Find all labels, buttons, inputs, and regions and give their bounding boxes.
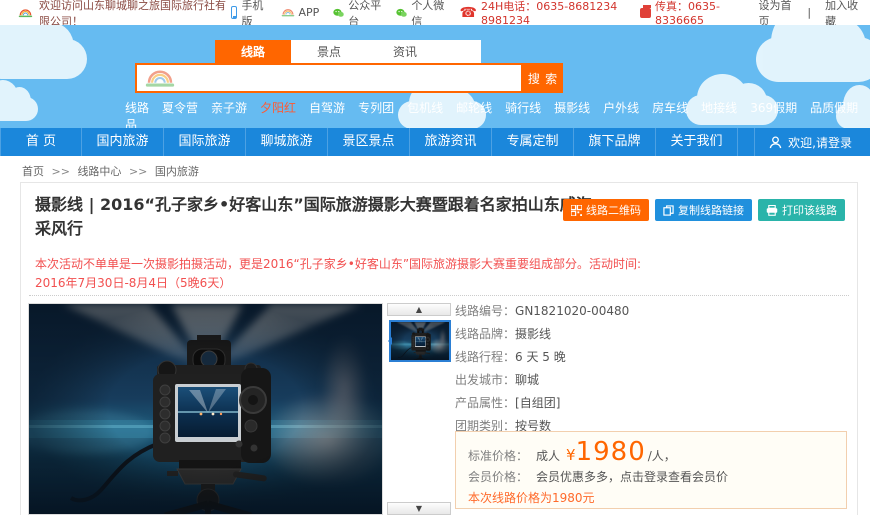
breadcrumb-current[interactable]: 国内旅游 bbox=[155, 165, 199, 178]
nav-home[interactable]: 首 页 bbox=[0, 128, 82, 156]
price-note: 本次线路价格为1980元 bbox=[468, 489, 834, 506]
route-action-buttons: 线路二维码 复制线路链接 打印该线路 bbox=[563, 199, 845, 221]
nav-brands[interactable]: 旗下品牌 bbox=[574, 128, 656, 156]
search-watermark-logo-icon bbox=[143, 67, 177, 89]
detail-row-route-number: 线路编号：GN1821020-00480 bbox=[455, 305, 850, 318]
brand-row-label: 线路品牌： bbox=[125, 99, 149, 128]
brand-link[interactable]: 369假期 bbox=[750, 99, 797, 128]
breadcrumb-home[interactable]: 首页 bbox=[22, 165, 44, 178]
top-utility-bar: 欢迎访问山东聊城聊之旅国际旅行社有限公司！ 手机版 APP 公众平台 个人微信 … bbox=[0, 0, 870, 25]
camera-photo bbox=[29, 304, 382, 514]
copy-route-link-button[interactable]: 复制线路链接 bbox=[655, 199, 752, 221]
app-link[interactable]: APP bbox=[281, 6, 320, 19]
detail-row-route-brand: 线路品牌：摄影线 bbox=[455, 328, 850, 341]
brand-link[interactable]: 邮轮线 bbox=[456, 99, 492, 128]
qrcode-icon bbox=[571, 205, 582, 216]
person-icon bbox=[769, 136, 782, 149]
route-main-photo bbox=[28, 303, 383, 515]
photo-thumbnail-selected[interactable] bbox=[389, 320, 451, 362]
wechat-icon bbox=[333, 7, 344, 19]
nav-custom[interactable]: 专属定制 bbox=[492, 128, 574, 156]
search-input[interactable] bbox=[135, 63, 523, 93]
mobile-phone-icon bbox=[231, 6, 238, 19]
search-button[interactable]: 搜 索 bbox=[523, 63, 563, 93]
print-route-button[interactable]: 打印该线路 bbox=[758, 199, 845, 221]
topbar-divider: | bbox=[807, 6, 811, 19]
fax-icon bbox=[640, 8, 651, 18]
app-icon bbox=[281, 7, 295, 18]
brand-link[interactable]: 专列团 bbox=[358, 99, 394, 128]
brand-link[interactable]: 户外线 bbox=[603, 99, 639, 128]
photo-thumbnail-strip: ▲ ▼ bbox=[387, 303, 451, 515]
detail-row-departure-city: 出发城市：聊城 bbox=[455, 374, 850, 387]
nav-travel-news[interactable]: 旅游资讯 bbox=[410, 128, 492, 156]
brand-link[interactable]: 夏令营 bbox=[162, 99, 198, 128]
breadcrumb: 首页 >> 线路中心 >> 国内旅游 bbox=[22, 163, 199, 179]
printer-icon bbox=[766, 205, 778, 216]
cloud bbox=[0, 39, 87, 79]
route-detail-panel: 摄影线 | 2016“孔子家乡•好客山东”国际旅游摄影大赛暨跟着名家拍山东威海采… bbox=[20, 182, 858, 515]
member-price-row: 会员价格： 会员优惠多多，点击登录查看会员价 bbox=[468, 468, 834, 485]
camera-photo-thumbnail bbox=[391, 322, 449, 360]
brand-link[interactable]: 包机线 bbox=[407, 99, 443, 128]
wechat-icon bbox=[396, 7, 407, 19]
tab-spots[interactable]: 景点 bbox=[291, 40, 367, 65]
sky-header: 线路 景点 资讯 搜 索 线路品牌： 夏令营 亲子游 夕阳红 自驾游 专列团 包… bbox=[0, 25, 870, 128]
nav-about[interactable]: 关于我们 bbox=[656, 128, 738, 156]
route-details-list: 线路编号：GN1821020-00480 线路品牌：摄影线 线路行程：6 天 5… bbox=[455, 305, 850, 443]
detail-row-route-duration: 线路行程：6 天 5 晚 bbox=[455, 351, 850, 364]
activity-notice: 本次活动不单单是一次摄影拍摄活动，更是2016“孔子家乡•好客山东”国际旅游摄影… bbox=[35, 255, 647, 293]
brand-link[interactable]: 骑行线 bbox=[505, 99, 541, 128]
nav-liaocheng[interactable]: 聊城旅游 bbox=[246, 128, 328, 156]
page-title: 摄影线 | 2016“孔子家乡•好客山东”国际旅游摄影大赛暨跟着名家拍山东威海采… bbox=[35, 193, 605, 241]
hotline: ☎ 24H电话：0635-8681234 8981234 bbox=[460, 0, 626, 27]
thumbnail-scroll-down-button[interactable]: ▼ bbox=[387, 502, 451, 515]
tab-news[interactable]: 资讯 bbox=[367, 40, 443, 65]
standard-price-row: 标准价格： 成人 ¥ 1980 /人， bbox=[468, 440, 834, 464]
brand-link[interactable]: 品质假期 bbox=[810, 99, 858, 128]
brand-links-row: 线路品牌： 夏令营 亲子游 夕阳红 自驾游 专列团 包机线 邮轮线 骑行线 摄影… bbox=[125, 99, 845, 128]
cloud bbox=[0, 97, 38, 121]
member-price-login-link[interactable]: 会员优惠多多，点击登录查看会员价 bbox=[536, 468, 728, 485]
brand-link[interactable]: 自驾游 bbox=[309, 99, 345, 128]
page: 欢迎访问山东聊城聊之旅国际旅行社有限公司！ 手机版 APP 公众平台 个人微信 … bbox=[0, 0, 870, 515]
cloud bbox=[756, 37, 870, 82]
price-amount: 1980 bbox=[576, 440, 646, 464]
currency-symbol: ¥ bbox=[566, 446, 576, 464]
telephone-icon: ☎ bbox=[460, 6, 477, 20]
brand-link[interactable]: 地接线 bbox=[701, 99, 737, 128]
divider bbox=[29, 295, 849, 296]
login-link[interactable]: 欢迎,请登录 bbox=[754, 128, 870, 156]
nav-domestic[interactable]: 国内旅游 bbox=[82, 128, 164, 156]
brand-link[interactable]: 房车线 bbox=[652, 99, 688, 128]
breadcrumb-route-center[interactable]: 线路中心 bbox=[77, 165, 121, 178]
brand-link[interactable]: 亲子游 bbox=[211, 99, 247, 128]
search-bar: 搜 索 bbox=[135, 63, 563, 93]
nav-international[interactable]: 国际旅游 bbox=[164, 128, 246, 156]
site-logo-icon bbox=[18, 6, 33, 20]
detail-row-product-attribute: 产品属性：[自组团] bbox=[455, 397, 850, 410]
main-nav: 首 页 国内旅游 国际旅游 聊城旅游 景区景点 旅游资讯 专属定制 旗下品牌 关… bbox=[0, 128, 870, 156]
brand-link[interactable]: 摄影线 bbox=[554, 99, 590, 128]
thumbnail-scroll-up-button[interactable]: ▲ bbox=[387, 303, 451, 316]
copy-icon bbox=[663, 205, 674, 216]
route-qrcode-button[interactable]: 线路二维码 bbox=[563, 199, 649, 221]
nav-scenic-spots[interactable]: 景区景点 bbox=[328, 128, 410, 156]
price-box: 标准价格： 成人 ¥ 1980 /人， 会员价格： 会员优惠多多，点击登录查看会… bbox=[455, 431, 847, 509]
fax: 传真：0635-8336665 bbox=[640, 0, 745, 27]
brand-link[interactable]: 夕阳红 bbox=[260, 99, 296, 128]
tab-routes[interactable]: 线路 bbox=[215, 40, 291, 65]
search-tabs: 线路 景点 资讯 bbox=[215, 40, 481, 65]
